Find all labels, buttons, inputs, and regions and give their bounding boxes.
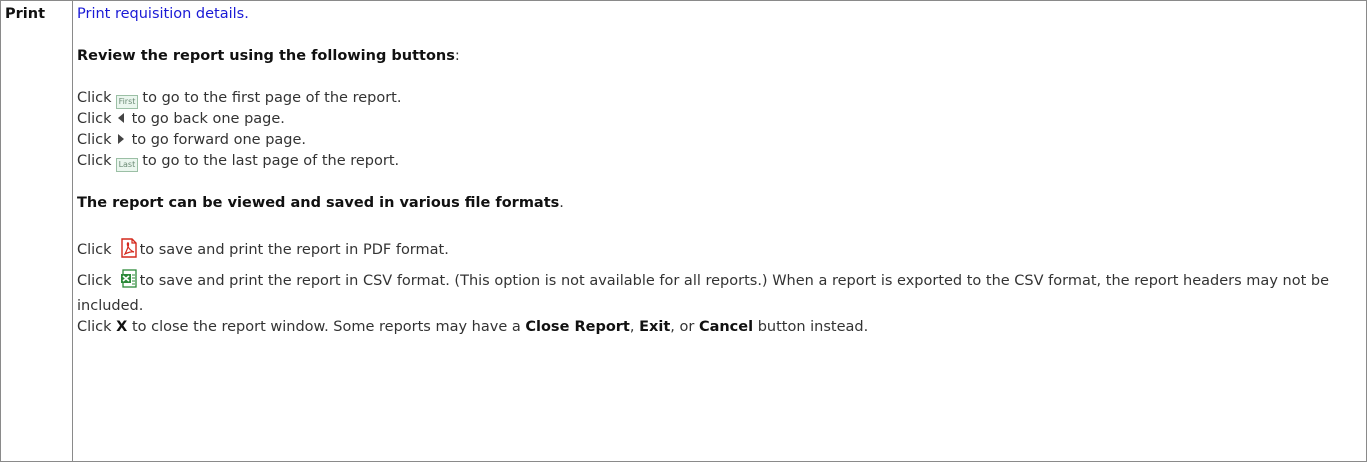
csv-icon[interactable]	[120, 269, 138, 296]
definition-table: Print Print requisition details. Review …	[0, 0, 1367, 462]
formats-heading-line: The report can be viewed and saved in va…	[77, 195, 564, 211]
cancel-label: Cancel	[698, 319, 754, 335]
close-instruction: Click X to close the report window. Some…	[77, 319, 869, 335]
print-requisition-link[interactable]: Print requisition details.	[77, 6, 249, 22]
exit-label: Exit	[639, 319, 671, 335]
review-heading-line: Review the report using the following bu…	[77, 48, 460, 64]
row-value: Print requisition details. Review the re…	[72, 0, 1367, 462]
prev-instruction: Click to go back one page.	[77, 111, 285, 127]
row-key: Print	[0, 0, 73, 462]
csv-instruction: Click to save and print the report in CS…	[77, 269, 1357, 317]
first-instruction: Click First to go to the first page of the…	[77, 88, 1362, 109]
close-report-label: Close Report	[525, 319, 630, 335]
first-page-icon[interactable]: First	[115, 95, 139, 109]
last-instruction: Click Last to go to the last page of the r…	[77, 151, 1362, 172]
review-heading: Review the report using the following bu…	[77, 48, 455, 64]
next-page-icon[interactable]	[117, 134, 124, 144]
next-instruction: Click to go forward one page.	[77, 132, 307, 148]
last-page-icon[interactable]: Last	[115, 158, 139, 172]
table-row: Print Print requisition details. Review …	[0, 0, 1367, 462]
pdf-instruction: Click to save and print the report in PD…	[77, 238, 1362, 265]
pdf-icon[interactable]	[120, 238, 138, 265]
previous-page-icon[interactable]	[117, 113, 124, 123]
formats-heading: The report can be viewed and saved in va…	[77, 195, 560, 211]
close-x: X	[116, 319, 128, 335]
